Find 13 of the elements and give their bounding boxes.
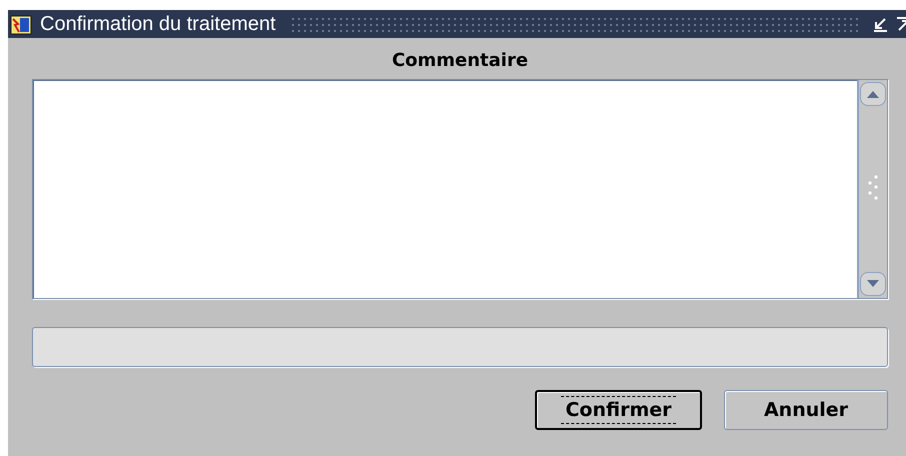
comment-textarea[interactable] <box>32 79 888 299</box>
scroll-down-button[interactable] <box>860 272 886 296</box>
vertical-scrollbar[interactable] <box>857 80 887 298</box>
window-title: Confirmation du traitement <box>40 12 276 36</box>
comment-label: Commentaire <box>392 50 528 71</box>
app-icon <box>10 13 32 35</box>
confirm-button[interactable]: Confirmer <box>535 390 702 430</box>
minimize-icon[interactable] <box>872 16 888 32</box>
maximize-icon[interactable] <box>896 16 906 32</box>
scroll-up-button[interactable] <box>860 82 886 106</box>
up-arrow-icon <box>867 90 879 98</box>
cancel-button[interactable]: Annuler <box>724 390 888 430</box>
down-arrow-icon <box>867 280 879 288</box>
